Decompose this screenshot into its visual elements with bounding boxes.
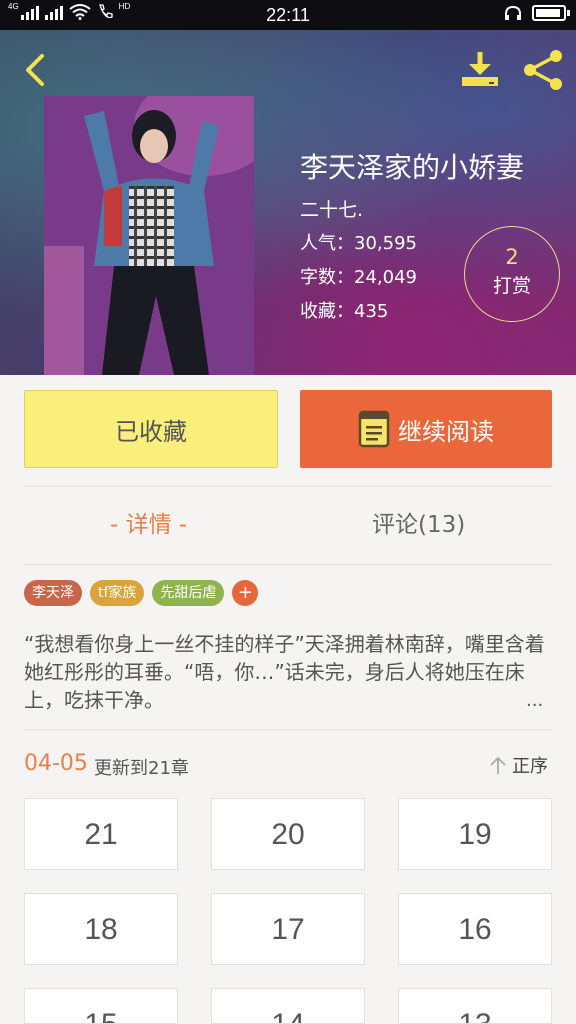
download-icon[interactable] bbox=[456, 46, 504, 94]
chapter-button[interactable]: 16 bbox=[398, 893, 552, 965]
battery-icon bbox=[532, 5, 570, 21]
book-icon bbox=[358, 410, 390, 448]
status-bar: 4G HD 22:11 bbox=[0, 0, 576, 30]
sort-label: 正序 bbox=[512, 756, 548, 777]
add-tag-button[interactable]: + bbox=[232, 580, 259, 606]
book-synopsis[interactable]: “我想看你身上一丝不挂的样子”天泽拥着林南辞，嘴里含着她红彤彤的耳垂。“唔，你…… bbox=[24, 630, 552, 714]
headphones-icon bbox=[505, 5, 521, 20]
tab-comments[interactable]: 评论(13) bbox=[372, 505, 465, 539]
divider bbox=[24, 486, 552, 487]
continue-reading-button[interactable]: 继续阅读 bbox=[300, 390, 552, 468]
back-arrow-icon[interactable] bbox=[16, 50, 56, 90]
status-right bbox=[504, 5, 570, 21]
clock: 22:11 bbox=[266, 5, 310, 25]
stat-favorites: 收藏：435 bbox=[300, 301, 389, 322]
book-title: 李天泽家的小娇妻 bbox=[300, 151, 525, 184]
continue-reading-label: 继续阅读 bbox=[398, 417, 494, 446]
divider bbox=[24, 564, 552, 565]
tag-item[interactable]: 先甜后虐 bbox=[152, 580, 225, 606]
collected-label: 已收藏 bbox=[115, 417, 187, 446]
chapter-button[interactable]: 21 bbox=[24, 798, 178, 870]
book-cover-image[interactable] bbox=[44, 96, 254, 375]
chapter-button[interactable]: 14 bbox=[211, 988, 365, 1024]
collected-button[interactable]: 已收藏 bbox=[24, 390, 278, 468]
expand-synopsis-button[interactable]: ... bbox=[526, 690, 543, 711]
update-date: 04-05 bbox=[24, 751, 88, 776]
cover-illustration bbox=[44, 96, 254, 375]
update-status: 更新到21章 bbox=[94, 758, 189, 779]
reward-count: 2 bbox=[505, 245, 519, 269]
tag-item[interactable]: 李天泽 bbox=[24, 580, 82, 606]
arrow-up-icon bbox=[490, 756, 506, 774]
tag-item[interactable]: tf家族 bbox=[90, 580, 145, 606]
chapter-button[interactable]: 15 bbox=[24, 988, 178, 1024]
chapter-button[interactable]: 13 bbox=[398, 988, 552, 1024]
stat-word-count: 字数：24,049 bbox=[300, 267, 417, 288]
reward-button[interactable]: 2 打赏 bbox=[464, 226, 560, 322]
stat-popularity: 人气：30,595 bbox=[300, 233, 417, 254]
stat-value: 435 bbox=[354, 301, 389, 322]
stat-label: 人气 bbox=[300, 233, 336, 254]
tag-list: 李天泽 tf家族 先甜后虐 + bbox=[24, 580, 259, 606]
chapter-button[interactable]: 17 bbox=[211, 893, 365, 965]
stat-label: 字数 bbox=[300, 267, 336, 288]
chapter-button[interactable]: 19 bbox=[398, 798, 552, 870]
book-author[interactable]: 二十七. bbox=[300, 195, 363, 222]
sort-order-button[interactable]: 正序 bbox=[488, 752, 548, 778]
stat-value: 30,595 bbox=[354, 233, 417, 254]
stat-value: 24,049 bbox=[354, 267, 417, 288]
chapter-button[interactable]: 18 bbox=[24, 893, 178, 965]
divider bbox=[24, 729, 552, 730]
chapter-button[interactable]: 20 bbox=[211, 798, 365, 870]
tab-details[interactable]: - 详情 - bbox=[110, 505, 187, 539]
stat-label: 收藏 bbox=[300, 301, 336, 322]
share-icon[interactable] bbox=[520, 46, 568, 94]
book-header: 李天泽家的小娇妻 二十七. 人气：30,595 字数：24,049 收藏：435… bbox=[0, 30, 576, 375]
reward-label: 打赏 bbox=[492, 275, 531, 297]
